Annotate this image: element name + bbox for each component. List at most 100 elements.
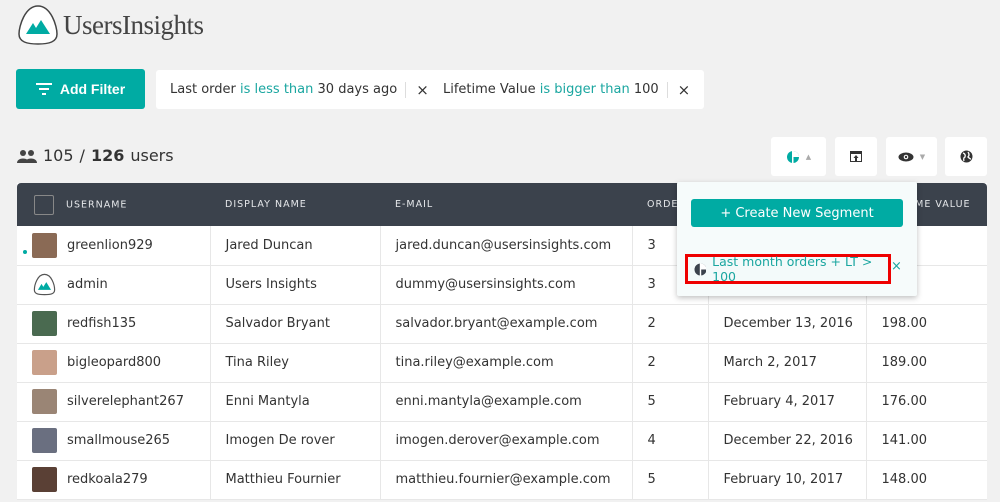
username[interactable]: redkoala279 [67,472,148,487]
username-cell: redkoala279 [32,467,210,492]
filter-field: Last order [170,82,236,97]
total-count: 126 [90,146,125,165]
orders: 2 [632,343,709,383]
remove-filter-icon[interactable]: × [416,81,429,99]
avatar [32,389,57,414]
app-name: UsersInsights [63,9,204,40]
email: imogen.derover@example.com [380,421,633,461]
table-row[interactable]: smallmouse265 Imogen De rover imogen.der… [17,421,987,461]
filter-field: Lifetime Value [443,82,536,97]
display-name: Salvador Bryant [210,304,381,344]
username[interactable]: admin [67,277,108,292]
orders: 4 [632,421,709,461]
table-row[interactable]: bigleopard800 Tina Riley tina.riley@exam… [17,343,987,383]
filter-icon [35,83,52,95]
username-cell: smallmouse265 [32,428,210,453]
segment-item[interactable]: Last month orders + LT > 100 [685,254,891,284]
segments-dropdown: + Create New Segment Last month orders +… [677,182,917,296]
export-icon [850,151,862,162]
username[interactable]: greenlion929 [67,238,153,253]
divider [405,81,407,98]
username-cell: bigleopard800 [32,350,210,375]
lifetime-value: 176.00 [866,382,987,422]
email: jared.duncan@usersinsights.com [380,226,633,266]
count-unit: users [130,146,174,165]
last-order-date: February 4, 2017 [708,382,867,422]
last-order-date: March 2, 2017 [708,343,867,383]
column-username[interactable]: USERNAME [66,199,127,210]
export-button[interactable] [835,137,877,176]
caret-up-icon: ▲ [805,152,812,161]
table-row[interactable]: redkoala279 Matthieu Fournier matthieu.f… [17,460,987,500]
pie-chart-icon [786,150,799,163]
avatar [32,311,57,336]
email: enni.mantyla@example.com [380,382,633,422]
segment-name: Last month orders + LT > 100 [712,254,873,284]
globe-icon [960,150,972,163]
display-name: Enni Mantyla [210,382,381,422]
columns-visibility-button[interactable]: ▼ [886,137,937,176]
select-all-checkbox[interactable] [34,194,54,215]
user-count: 105 / 126 users [17,146,174,165]
orders: 2 [632,304,709,344]
eye-icon [898,152,914,161]
display-name: Imogen De rover [210,421,381,461]
last-order-date: February 10, 2017 [708,460,867,500]
email: dummy@usersinsights.com [380,265,633,305]
delete-segment-icon[interactable]: × [891,259,902,274]
avatar [32,428,57,453]
lifetime-value: 141.00 [866,421,987,461]
table-row[interactable]: silverelephant267 Enni Mantyla enni.mant… [17,382,987,422]
email: matthieu.fournier@example.com [380,460,633,500]
avatar [32,350,57,375]
app-logo: UsersInsights [17,4,204,46]
username-cell: admin [32,272,210,297]
orders: 5 [632,460,709,500]
display-name: Matthieu Fournier [210,460,381,500]
filter-chip-lifetime-value[interactable]: Lifetime Value is bigger than 100 × [429,70,705,109]
users-icon [17,149,37,163]
column-display-name[interactable]: DISPLAY NAME [210,183,380,226]
lifetime-value: 189.00 [866,343,987,383]
avatar [32,232,57,258]
lifetime-value: 148.00 [866,460,987,500]
display-name: Tina Riley [210,343,381,383]
segments-button[interactable]: ▲ [771,137,826,176]
logo-icon [18,5,58,45]
filter-value: 100 [633,82,659,97]
orders: 5 [632,382,709,422]
column-email[interactable]: E-MAIL [380,183,632,226]
username[interactable]: silverelephant267 [67,394,184,409]
add-filter-button[interactable]: Add Filter [16,69,145,109]
last-order-date: December 13, 2016 [708,304,867,344]
shown-count: 105 [43,146,74,165]
username-cell: greenlion929 [23,232,210,258]
divider [666,81,668,98]
avatar [32,467,57,492]
display-name: Users Insights [210,265,381,305]
pie-chart-icon [694,263,707,275]
username-cell: silverelephant267 [32,389,210,414]
remove-filter-icon[interactable]: × [678,81,691,99]
add-filter-label: Add Filter [59,81,126,97]
username-cell: redfish135 [32,311,210,336]
filter-operator: is less than [240,82,314,97]
count-separator: / [79,146,85,165]
last-order-date: December 22, 2016 [708,421,867,461]
email: tina.riley@example.com [380,343,633,383]
username[interactable]: redfish135 [67,316,136,331]
username[interactable]: bigleopard800 [67,355,161,370]
lifetime-value: 198.00 [866,304,987,344]
create-segment-button[interactable]: + Create New Segment [691,199,903,227]
filter-value: 30 days ago [317,82,398,97]
filter-chip-last-order[interactable]: Last order is less than 30 days ago × [156,70,443,109]
email: salvador.bryant@example.com [380,304,633,344]
map-button[interactable] [945,137,987,176]
table-row[interactable]: redfish135 Salvador Bryant salvador.brya… [17,304,987,344]
display-name: Jared Duncan [210,226,381,266]
username[interactable]: smallmouse265 [67,433,170,448]
online-indicator [23,249,27,254]
caret-down-icon: ▼ [919,152,926,161]
filter-operator: is bigger than [539,82,630,97]
avatar [33,273,56,296]
